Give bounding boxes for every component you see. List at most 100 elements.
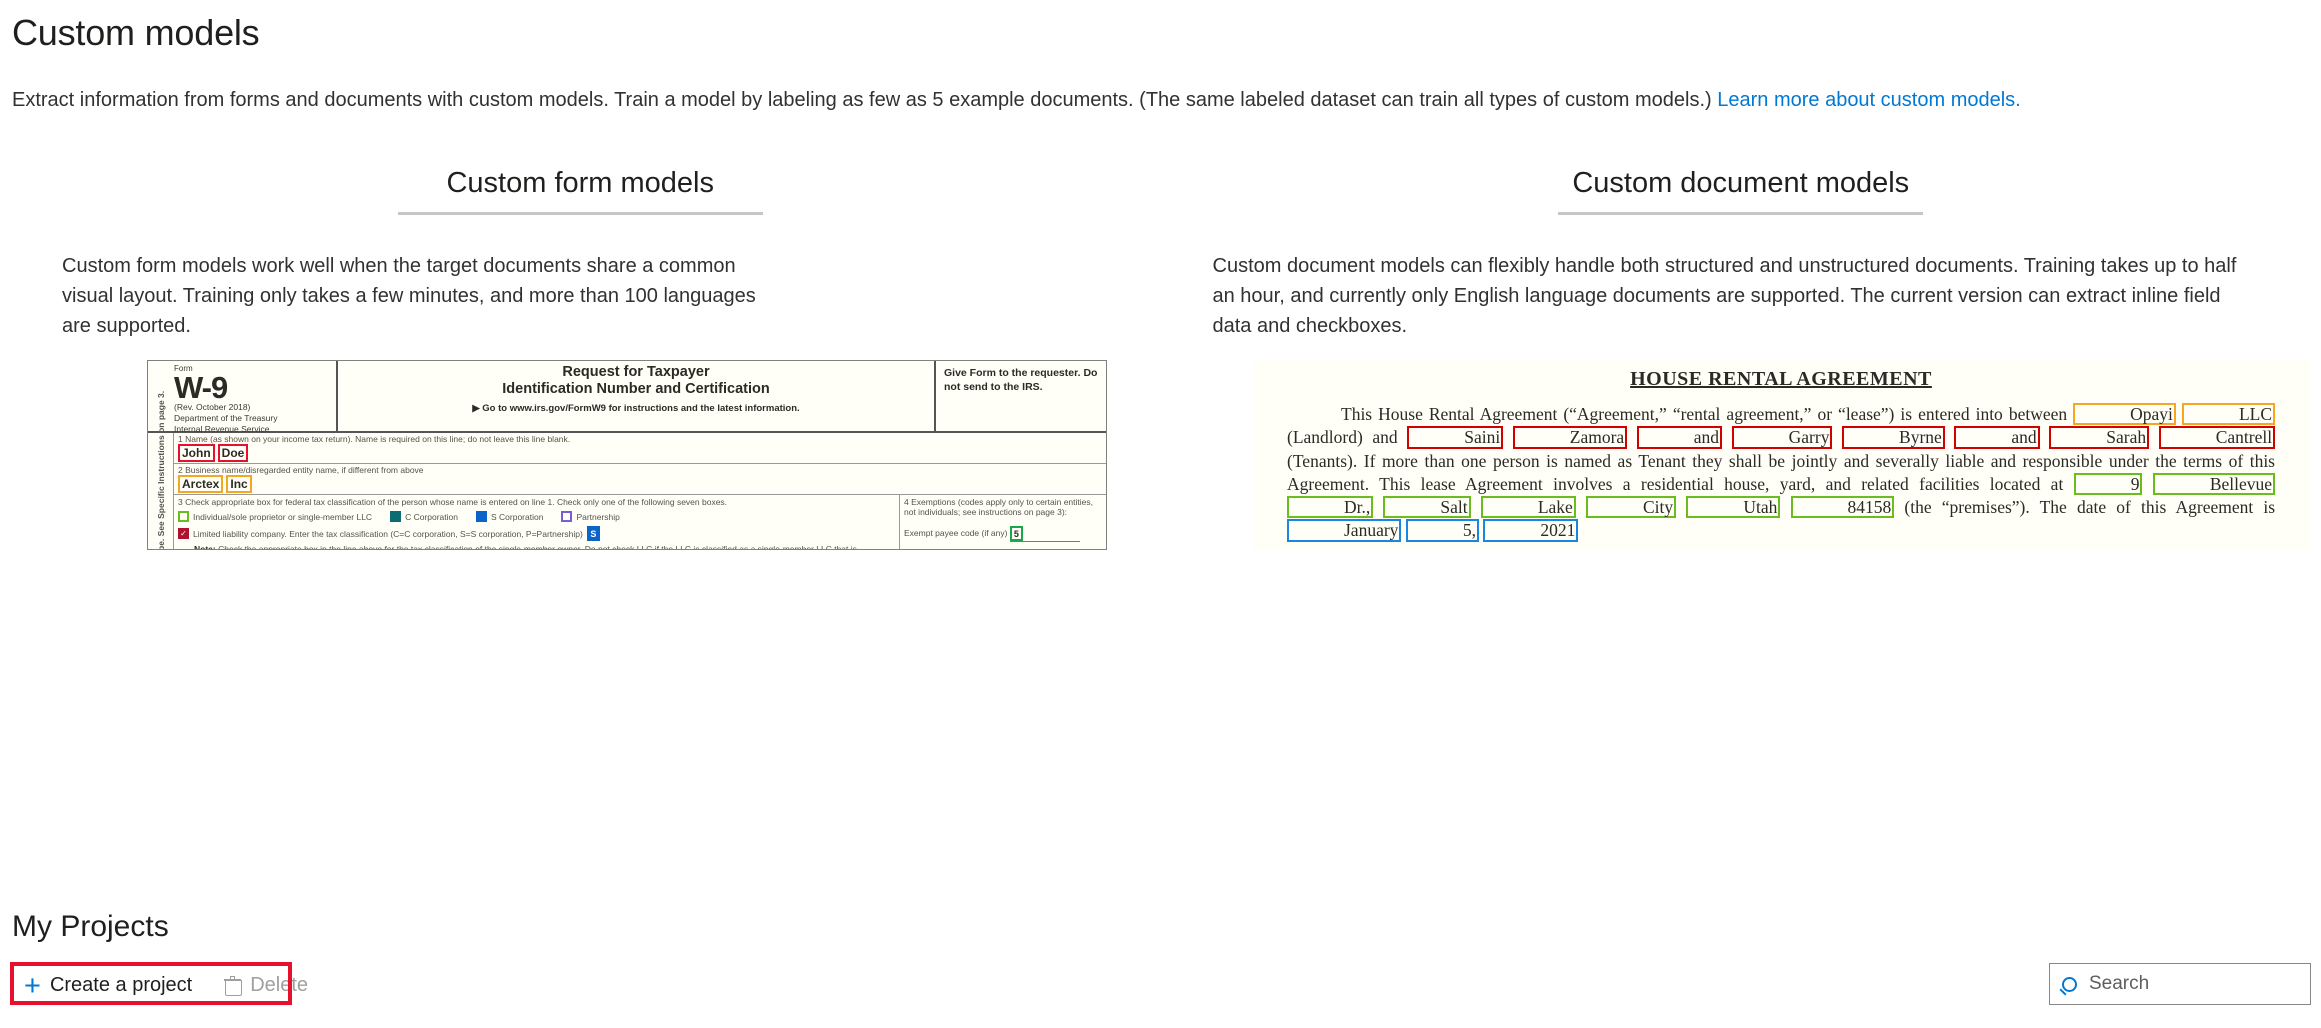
rental-label-address: 84158 [1790, 496, 1895, 519]
model-type-columns: Custom form models Custom form models wo… [0, 155, 2321, 341]
trash-icon [224, 976, 243, 996]
w9-label-tag: Inc [226, 475, 252, 493]
rental-p1-seg4: (the “premises”). The date of this Agree… [1894, 497, 2276, 518]
search-box[interactable] [2049, 963, 2311, 1005]
checkbox-checked-icon[interactable]: ✓ [178, 528, 189, 539]
w9-line2-values: Arctex Inc [178, 475, 1102, 493]
w9-form-identity: Form W-9 (Rev. October 2018) Department … [148, 361, 338, 434]
w9-title-line1: Request for Taxpayer [562, 364, 710, 380]
w9-llc-row[interactable]: ✓ Limited liability company. Enter the t… [178, 526, 895, 541]
delete-button[interactable]: Delete [224, 974, 308, 997]
rental-agreement-sample-image: HOUSE RENTAL AGREEMENT This House Rental… [1253, 360, 2309, 550]
checkbox-icon[interactable] [178, 511, 189, 522]
w9-line3-label: 3 Check appropriate box for federal tax … [178, 497, 728, 507]
w9-checkbox-label: C Corporation [405, 511, 458, 522]
rental-label-address: 9 [2073, 472, 2143, 496]
rental-label-tenant: and [1954, 426, 2040, 449]
w9-line2: 2 Business name/disregarded entity name,… [174, 464, 1106, 495]
custom-form-models-body: Custom form models work well when the ta… [62, 255, 756, 337]
delete-label: Delete [250, 974, 309, 996]
w9-exempt-payee-underline: 5 [1009, 526, 1080, 542]
w9-body: 1 Name (as shown on your income tax retu… [174, 433, 1106, 549]
custom-form-models-divider [397, 212, 763, 215]
w9-department: Department of the Treasury [174, 413, 278, 424]
w9-exempt-payee-value: 5 [1009, 526, 1023, 541]
custom-form-models-heading-wrap: Custom form models [0, 155, 1161, 212]
search-icon [2062, 976, 2077, 992]
w9-note-label: Note: [194, 544, 216, 550]
rental-label-date: January [1287, 519, 1402, 542]
rental-label-landlord: Opayi [2073, 403, 2176, 426]
rental-label-tenant: Zamora [1512, 426, 1628, 449]
custom-document-models-heading: Custom document models [1572, 167, 1910, 199]
rental-title: HOUSE RENTAL AGREEMENT [1630, 368, 1932, 390]
page-title: Custom models [12, 12, 260, 53]
rental-label-address: Bellevue [2152, 472, 2276, 496]
rental-p1-seg2: (Landlord) and [1287, 427, 1408, 448]
w9-label-tag: John [178, 444, 215, 462]
rental-label-tenant: Cantrell [2158, 426, 2276, 449]
w9-goto-line: ▶ Go to www.irs.gov/FormW9 for instructi… [472, 403, 800, 415]
custom-document-models-heading-wrap: Custom document models [1161, 155, 2321, 212]
rental-paragraph-1: This House Rental Agreement (“Agreement,… [1287, 403, 2276, 543]
custom-form-models-column: Custom form models Custom form models wo… [0, 155, 1161, 341]
rental-label-address: Lake [1480, 496, 1576, 519]
w9-title-block: Request for Taxpayer Identification Numb… [338, 361, 934, 431]
plus-icon: + [24, 969, 41, 1002]
rental-label-tenant: Sarah [2049, 426, 2150, 449]
checkbox-icon[interactable] [561, 511, 573, 522]
w9-line4-label: 4 Exemptions (codes apply only to certai… [904, 497, 1093, 517]
w9-line4: 4 Exemptions (codes apply only to certai… [900, 495, 1106, 549]
rental-label-tenant: Garry [1731, 426, 1833, 449]
w9-checkbox-label: Partnership [576, 511, 620, 522]
learn-more-link[interactable]: Learn more about custom models. [1717, 89, 2021, 111]
custom-document-models-divider [1558, 212, 1924, 215]
w9-label-tag: Arctex [178, 475, 224, 493]
rental-label-landlord: LLC [2181, 403, 2275, 426]
w9-header: Form W-9 (Rev. October 2018) Department … [148, 361, 1106, 434]
rental-label-tenant: and [1636, 426, 1723, 449]
w9-title-line2: Identification Number and Certification [502, 380, 770, 397]
create-a-project-label: Create a project [49, 974, 193, 996]
w9-exempt-payee-label: Exempt payee code (if any) [904, 527, 1008, 538]
w9-form-number: W-9 [174, 370, 228, 405]
rental-label-tenant: Saini [1407, 426, 1504, 449]
page-description-text: Extract information from forms and docum… [12, 89, 1718, 111]
rental-label-address: Dr., [1287, 496, 1374, 519]
custom-document-models-column: Custom document models Custom document m… [1161, 155, 2321, 341]
w9-checkbox-label: Individual/sole proprietor or single-mem… [193, 511, 373, 522]
rental-label-tenant: Byrne [1842, 426, 1945, 449]
w9-line1-values: John Doe [178, 444, 1102, 462]
projects-toolbar: + Create a project Delete [18, 969, 308, 1002]
w9-label-tag: Doe [217, 444, 249, 462]
w9-checkbox-row[interactable]: Individual/sole proprietor or single-mem… [178, 511, 372, 522]
w9-checkbox-row[interactable]: Partnership [561, 511, 620, 522]
w9-checkbox-label: S Corporation [490, 511, 544, 522]
w9-llc-code: S [586, 526, 600, 541]
w9-side-rail-text: Print or type. See Specific Instructions… [155, 390, 166, 550]
checkbox-icon[interactable] [475, 511, 487, 522]
custom-form-models-heading: Custom form models [446, 167, 714, 199]
w9-side-rail: Print or type. See Specific Instructions… [148, 391, 174, 549]
rental-label-address: City [1585, 496, 1677, 519]
w9-line2-label: 2 Business name/disregarded entity name,… [178, 465, 424, 475]
w9-line1-label: 1 Name (as shown on your income tax retu… [178, 434, 571, 444]
w9-form-sample-image: Form W-9 (Rev. October 2018) Department … [147, 360, 1107, 550]
w9-checkbox-row[interactable]: S Corporation [475, 511, 544, 522]
checkbox-icon[interactable] [390, 511, 402, 522]
w9-line1: 1 Name (as shown on your income tax retu… [174, 433, 1106, 464]
w9-revision: (Rev. October 2018) [174, 402, 251, 413]
rental-p1-seg1: This House Rental Agreement (“Agreement,… [1341, 404, 2074, 424]
w9-note-text: Check the appropriate box in the line ab… [218, 544, 857, 550]
rental-label-address: Utah [1686, 496, 1781, 519]
custom-document-models-body: Custom document models can flexibly hand… [1212, 255, 2237, 337]
w9-classification-checkboxes: Individual/sole proprietor or single-mem… [178, 507, 895, 522]
w9-line3-and-4: 3 Check appropriate box for federal tax … [174, 495, 1106, 550]
w9-llc-label: Limited liability company. Enter the tax… [193, 528, 583, 539]
w9-note-block: Note: Check the appropriate box in the l… [178, 544, 895, 550]
w9-checkbox-row[interactable]: C Corporation [390, 511, 458, 522]
search-input[interactable] [2087, 972, 2298, 996]
create-a-project-button[interactable]: + Create a project [18, 969, 198, 1002]
w9-line3: 3 Check appropriate box for federal tax … [174, 495, 900, 550]
my-projects-title: My Projects [12, 910, 169, 943]
